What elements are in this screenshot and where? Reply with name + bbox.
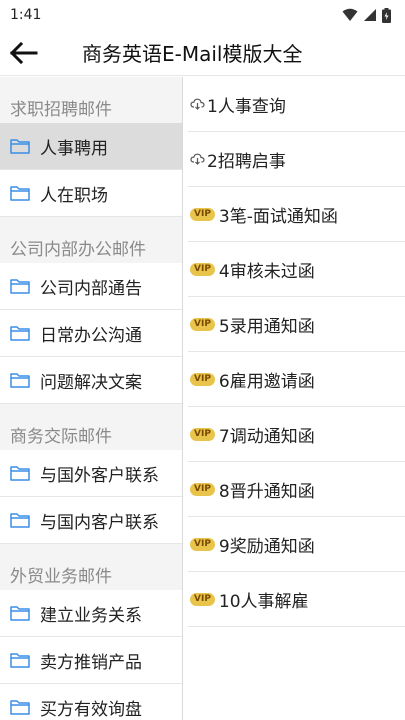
template-title: 7调动通知函 xyxy=(218,426,315,447)
page-title: 商务英语E-Mail模版大全 xyxy=(82,42,303,66)
vip-badge: VIP xyxy=(190,317,215,331)
status-time: 1:41 xyxy=(10,7,42,23)
vip-badge: VIP xyxy=(190,482,215,496)
vip-badge: VIP xyxy=(190,372,215,386)
sidebar-item-label: 日常办公沟通 xyxy=(40,325,142,346)
template-list-item[interactable]: VIP 9奖励通知函 xyxy=(188,517,405,572)
content-area: 求职招聘邮件人事聘用人在职场公司内部办公邮件公司内部通告 日常办公沟通 问题解决文案… xyxy=(0,77,405,720)
template-list-item[interactable]: 1人事查询 xyxy=(188,77,405,132)
arrow-left-icon xyxy=(9,41,38,64)
wifi-icon xyxy=(342,8,358,21)
back-button[interactable] xyxy=(0,30,46,76)
sidebar-item[interactable]: 与国外客户联系 xyxy=(0,450,182,497)
sidebar-item[interactable]: 卖方推销产品 xyxy=(0,637,182,684)
folder-icon xyxy=(10,465,30,481)
sidebar-item[interactable]: 问题解决文案 xyxy=(0,357,182,404)
sidebar-item-label: 人在职场 xyxy=(40,185,108,206)
sidebar-item-label: 问题解决文案 xyxy=(40,372,142,393)
template-title: 3笔-面试通知函 xyxy=(218,206,338,227)
folder-icon xyxy=(10,185,30,201)
template-list-item[interactable]: VIP 3笔-面试通知函 xyxy=(188,187,405,242)
sidebar-group-header: 外贸业务邮件 xyxy=(0,544,182,590)
template-list-item[interactable]: VIP 7调动通知函 xyxy=(188,407,405,462)
sidebar-group-header: 商务交际邮件 xyxy=(0,404,182,450)
template-list-item[interactable]: VIP 6雇用邀请函 xyxy=(188,352,405,407)
sidebar-group-header: 求职招聘邮件 xyxy=(0,77,182,123)
template-title: 9奖励通知函 xyxy=(218,536,315,557)
template-title: 5录用通知函 xyxy=(218,316,315,337)
template-title: 10人事解雇 xyxy=(218,591,309,612)
status-icons xyxy=(342,7,391,23)
sidebar-group-header: 公司内部办公邮件 xyxy=(0,217,182,263)
folder-icon xyxy=(10,325,30,341)
template-list-item[interactable]: VIP 4审核未过函 xyxy=(188,242,405,297)
sidebar-item[interactable]: 公司内部通告 xyxy=(0,263,182,310)
template-list-item[interactable]: VIP 5录用通知函 xyxy=(188,297,405,352)
sidebar-item[interactable]: 买方有效询盘 xyxy=(0,684,182,720)
template-title: 8晋升通知函 xyxy=(218,481,315,502)
sidebar-item[interactable]: 日常办公沟通 xyxy=(0,310,182,357)
sidebar-item[interactable]: 人事聘用 xyxy=(0,123,182,170)
folder-icon xyxy=(10,605,30,621)
template-list-item[interactable]: VIP 8晋升通知函 xyxy=(188,462,405,517)
vip-badge: VIP xyxy=(190,207,215,221)
folder-icon xyxy=(10,278,30,294)
sidebar-item[interactable]: 建立业务关系 xyxy=(0,590,182,637)
sidebar-item[interactable]: 人在职场 xyxy=(0,170,182,217)
status-bar: 1:41 xyxy=(0,0,405,30)
sidebar-item-label: 与国外客户联系 xyxy=(40,465,159,486)
sidebar-item[interactable]: 与国内客户联系 xyxy=(0,497,182,544)
app-bar: 商务英语E-Mail模版大全 xyxy=(0,30,405,76)
sidebar-item-label: 建立业务关系 xyxy=(40,605,142,626)
folder-icon xyxy=(10,138,30,154)
battery-icon xyxy=(382,7,391,23)
vip-badge: VIP xyxy=(190,537,215,551)
folder-icon xyxy=(10,652,30,668)
sidebar-item-label: 卖方推销产品 xyxy=(40,652,142,673)
vip-badge: VIP xyxy=(190,427,215,441)
folder-icon xyxy=(10,512,30,528)
cloud-download-icon xyxy=(190,153,205,165)
vip-badge: VIP xyxy=(190,262,215,276)
signal-icon xyxy=(364,9,376,21)
template-list[interactable]: 1人事查询 2招聘启事 VIP 3笔-面试通知函 VIP 4审核未过函 VIP 5录用通知函 V… xyxy=(183,77,405,720)
template-title: 1人事查询 xyxy=(207,96,286,117)
sidebar-item-label: 公司内部通告 xyxy=(40,278,142,299)
cloud-download-icon xyxy=(190,98,205,110)
template-title: 6雇用邀请函 xyxy=(218,371,315,392)
template-title: 4审核未过函 xyxy=(218,261,315,282)
sidebar-item-label: 与国内客户联系 xyxy=(40,512,159,533)
template-list-item[interactable]: 2招聘启事 xyxy=(188,132,405,187)
template-list-item[interactable]: VIP 10人事解雇 xyxy=(188,572,405,627)
sidebar-item-label: 人事聘用 xyxy=(40,138,108,159)
sidebar-item-label: 买方有效询盘 xyxy=(40,699,142,720)
category-sidebar[interactable]: 求职招聘邮件人事聘用人在职场公司内部办公邮件公司内部通告 日常办公沟通 问题解决文案… xyxy=(0,77,183,720)
template-title: 2招聘启事 xyxy=(207,151,286,172)
vip-badge: VIP xyxy=(190,592,215,606)
folder-icon xyxy=(10,372,30,388)
folder-icon xyxy=(10,699,30,715)
